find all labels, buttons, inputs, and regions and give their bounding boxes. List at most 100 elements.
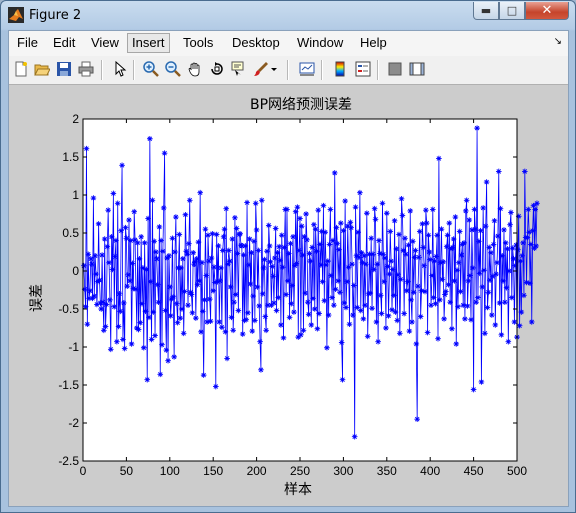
- star-marker: [397, 276, 404, 283]
- toolbar-separator: [133, 60, 135, 80]
- brush-dropdown-icon[interactable]: [269, 60, 279, 78]
- minimize-button[interactable]: ▬: [473, 2, 499, 20]
- star-marker: [465, 278, 472, 284]
- brush-icon[interactable]: [252, 60, 270, 78]
- menu-insert[interactable]: Insert: [127, 33, 170, 53]
- star-marker: [344, 278, 350, 285]
- star-marker: [213, 383, 219, 390]
- menu-file[interactable]: File: [13, 34, 42, 52]
- star-marker: [188, 291, 195, 298]
- hide-plot-tools-icon[interactable]: [386, 60, 404, 78]
- save-icon[interactable]: [55, 60, 73, 78]
- close-button[interactable]: ✕: [525, 2, 569, 20]
- star-marker: [147, 278, 154, 285]
- figure-canvas[interactable]: BP网络预测误差 0 50 100 150 200 250 300 350 400 450 500 -…: [9, 85, 568, 506]
- matlab-logo-icon: [8, 7, 24, 23]
- figure-window: Figure 2 ▬ □ ✕ File Edit View Insert Too…: [0, 0, 576, 513]
- menu-view[interactable]: View: [87, 34, 123, 52]
- star-marker: [174, 319, 181, 326]
- star-marker: [507, 221, 513, 228]
- star-marker: [165, 357, 171, 364]
- star-marker: [330, 237, 336, 244]
- y-tick-label: -2: [68, 416, 79, 430]
- star-marker: [335, 278, 341, 284]
- star-marker: [141, 240, 148, 246]
- star-marker: [458, 252, 465, 258]
- star-marker: [441, 316, 447, 322]
- new-figure-icon[interactable]: [12, 60, 30, 78]
- show-plot-tools-icon[interactable]: [408, 60, 426, 78]
- star-marker: [426, 249, 433, 255]
- error-plot[interactable]: BP网络预测误差 0 50 100 150 200 250 300 350 400 450 500 -…: [9, 85, 568, 506]
- select-arrow-icon[interactable]: [111, 60, 129, 78]
- star-marker: [478, 379, 485, 385]
- maximize-button[interactable]: □: [499, 2, 525, 20]
- star-marker: [283, 291, 289, 298]
- star-marker: [134, 240, 141, 246]
- star-marker: [321, 297, 328, 304]
- x-tick-label: 450: [464, 464, 484, 478]
- star-marker: [140, 344, 147, 351]
- star-marker: [378, 310, 385, 317]
- star-marker: [377, 292, 384, 299]
- colorbar-icon[interactable]: [331, 60, 349, 78]
- star-marker: [332, 286, 339, 293]
- star-marker: [454, 267, 460, 274]
- star-marker: [461, 240, 467, 246]
- menu-dock-arrow-icon[interactable]: ↘: [554, 36, 562, 47]
- star-marker: [96, 277, 103, 283]
- star-marker: [384, 210, 390, 217]
- figure-client-area: File Edit View Insert Tools Desktop Wind…: [8, 30, 569, 507]
- pan-hand-icon[interactable]: [186, 60, 204, 78]
- star-marker: [179, 306, 185, 312]
- star-marker: [451, 278, 458, 284]
- star-marker: [413, 341, 420, 347]
- star-marker: [522, 168, 528, 175]
- menu-tools[interactable]: Tools: [179, 34, 217, 52]
- star-marker: [307, 258, 314, 264]
- star-marker: [383, 325, 389, 331]
- maximize-icon: □: [506, 4, 518, 17]
- x-tick-label: 150: [203, 464, 223, 478]
- star-marker: [243, 316, 249, 323]
- open-file-icon[interactable]: [33, 60, 51, 78]
- legend-icon[interactable]: [354, 60, 372, 78]
- star-marker: [482, 330, 488, 337]
- star-marker: [173, 214, 179, 220]
- print-icon[interactable]: [77, 60, 95, 78]
- star-marker: [481, 267, 487, 274]
- star-marker: [169, 235, 176, 242]
- zoom-in-icon[interactable]: [142, 60, 160, 78]
- star-marker: [528, 319, 535, 325]
- star-marker: [137, 319, 144, 326]
- star-marker: [265, 222, 272, 229]
- star-marker: [158, 237, 164, 244]
- menu-edit[interactable]: Edit: [49, 34, 79, 52]
- star-marker: [440, 259, 447, 265]
- link-plot-icon[interactable]: [298, 60, 316, 78]
- star-marker: [199, 259, 205, 266]
- close-icon: ✕: [541, 3, 553, 18]
- data-cursor-icon[interactable]: [230, 60, 248, 78]
- star-marker: [190, 249, 197, 256]
- plot-title: BP网络预测误差: [250, 97, 352, 113]
- rotate-3d-icon[interactable]: [208, 60, 226, 78]
- star-marker: [488, 249, 494, 256]
- title-bar[interactable]: Figure 2 ▬ □ ✕: [1, 1, 575, 30]
- star-marker: [144, 376, 151, 383]
- y-tick-label: 1: [72, 188, 79, 202]
- star-marker: [388, 258, 394, 264]
- zoom-out-icon[interactable]: [164, 60, 182, 78]
- star-marker: [98, 306, 105, 312]
- star-marker: [476, 238, 482, 245]
- star-marker: [289, 282, 295, 289]
- x-tick-label: 400: [420, 464, 440, 478]
- star-marker: [322, 229, 328, 236]
- menu-help[interactable]: Help: [356, 34, 391, 52]
- menu-window[interactable]: Window: [293, 34, 347, 52]
- menu-desktop[interactable]: Desktop: [228, 34, 284, 52]
- x-tick-label: 100: [160, 464, 180, 478]
- minimize-icon: ▬: [480, 4, 492, 17]
- star-marker: [219, 324, 225, 331]
- x-axis-label: 样本: [284, 482, 312, 498]
